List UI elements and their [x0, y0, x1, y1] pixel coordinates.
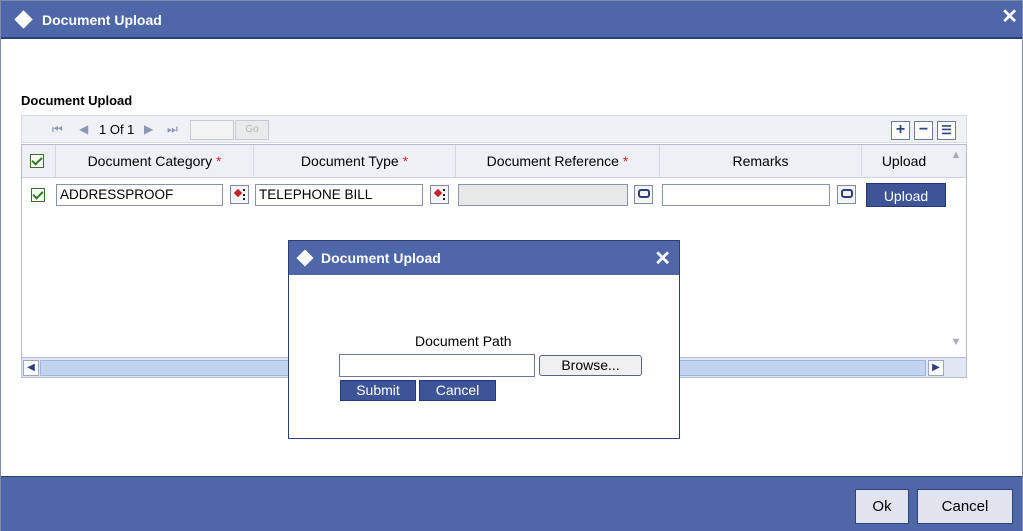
add-row-icon[interactable]: +: [891, 121, 910, 140]
section-title: Document Upload: [21, 93, 133, 108]
window-title: Document Upload: [42, 12, 162, 28]
upload-button[interactable]: Upload: [866, 183, 946, 207]
col-remarks: Remarks: [660, 145, 862, 178]
delete-row-icon[interactable]: −: [914, 121, 933, 140]
scroll-left-icon[interactable]: ◀: [23, 360, 39, 376]
lov-icon[interactable]: [230, 185, 249, 204]
required-marker: *: [215, 153, 222, 169]
document-type-field[interactable]: TELEPHONE BILL: [255, 184, 423, 206]
document-path-label: Document Path: [415, 333, 512, 349]
diamond-icon: [296, 249, 314, 267]
browse-button[interactable]: Browse...: [539, 355, 642, 376]
row-checkbox[interactable]: [31, 188, 45, 202]
remarks-field[interactable]: [662, 184, 830, 206]
required-marker: *: [622, 153, 629, 169]
scroll-up-icon[interactable]: ▲: [948, 149, 964, 165]
page-number-input[interactable]: [190, 120, 234, 140]
grid-header: Document Category * Document Type * Docu…: [22, 145, 966, 178]
document-path-input[interactable]: [339, 354, 535, 377]
dialog-title: Document Upload: [321, 250, 441, 266]
upload-dialog: Document Upload ✕ Document Path Browse..…: [288, 240, 680, 439]
document-upload-window: Document Upload ✕ Document Upload ⏮ ◀ 1 …: [0, 0, 1023, 531]
first-page-icon[interactable]: ⏮: [52, 122, 63, 137]
dialog-cancel-button[interactable]: Cancel: [419, 380, 496, 401]
document-reference-field: [458, 184, 628, 206]
dialog-titlebar: Document Upload ✕: [289, 241, 679, 275]
document-category-field[interactable]: ADDRESSPROOF: [56, 184, 223, 206]
required-marker: *: [402, 153, 409, 169]
submit-button[interactable]: Submit: [340, 380, 416, 401]
text-editor-icon[interactable]: [634, 185, 653, 204]
next-page-icon[interactable]: ▶: [144, 122, 153, 136]
single-view-icon[interactable]: ☰: [937, 121, 956, 140]
col-upload: Upload: [881, 153, 927, 169]
scroll-down-icon[interactable]: ▼: [948, 336, 964, 352]
go-button[interactable]: Go: [235, 120, 269, 140]
cancel-button[interactable]: Cancel: [917, 489, 1013, 524]
ok-button[interactable]: Ok: [855, 489, 909, 524]
select-all-checkbox[interactable]: [30, 154, 44, 168]
window-titlebar: Document Upload ✕: [1, 1, 1022, 39]
prev-page-icon[interactable]: ◀: [79, 122, 88, 136]
lov-icon[interactable]: [430, 185, 449, 204]
diamond-icon: [14, 10, 33, 29]
scroll-right-icon[interactable]: ▶: [928, 360, 944, 376]
dialog-close-icon[interactable]: ✕: [654, 246, 671, 271]
last-page-icon[interactable]: ⏭: [167, 122, 178, 137]
select-all-cell: [22, 145, 56, 178]
col-document-reference: Document Reference *: [456, 145, 660, 178]
close-icon[interactable]: ✕: [1001, 7, 1018, 27]
record-count: 1 Of 1: [99, 122, 135, 137]
col-document-category: Document Category *: [56, 145, 254, 178]
table-row: ADDRESSPROOF TELEPHONE BILL Upload: [22, 179, 966, 209]
text-editor-icon[interactable]: [837, 185, 856, 204]
col-document-type: Document Type *: [254, 145, 456, 178]
pagination-toolbar: ⏮ ◀ 1 Of 1 ▶ ⏭ Go + − ☰: [21, 115, 967, 143]
footer-bar: Ok Cancel: [1, 476, 1022, 531]
